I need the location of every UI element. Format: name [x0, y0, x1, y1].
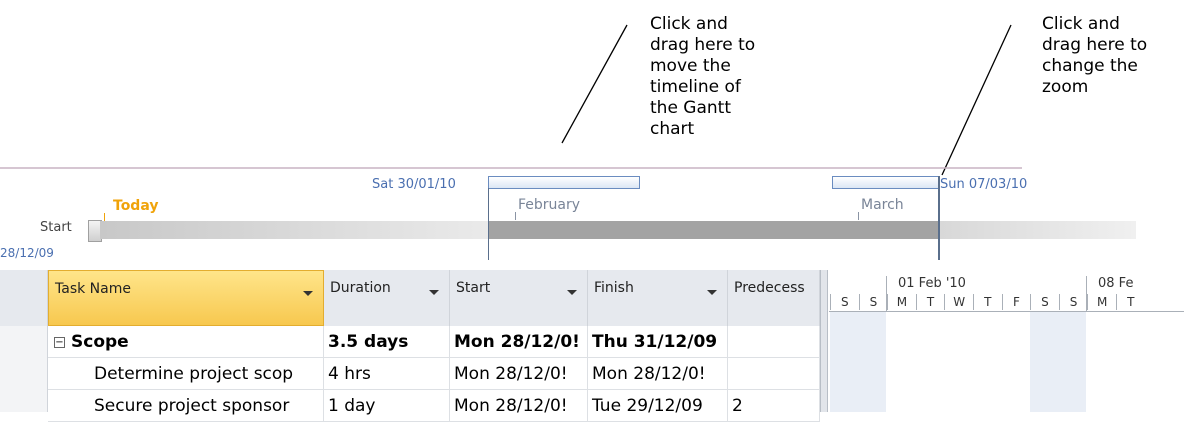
- callout-line: drag here to: [650, 35, 756, 55]
- weekend-shade: [830, 312, 886, 412]
- timeline-pan-handle-left[interactable]: [488, 176, 640, 189]
- chevron-down-icon[interactable]: [429, 290, 439, 295]
- table-row-start[interactable]: Mon 28/12/0!: [450, 358, 588, 390]
- timeline-right-date: Sun 07/03/10: [940, 177, 1028, 192]
- collapse-icon[interactable]: −: [54, 336, 65, 348]
- gantt-day-label: T: [973, 294, 1002, 310]
- row-header-column: [0, 326, 48, 412]
- chevron-down-icon[interactable]: [567, 290, 577, 295]
- timeline-start-date: 28/12/09: [0, 246, 54, 260]
- table-row-duration[interactable]: 3.5 days: [324, 326, 450, 358]
- column-header-finish[interactable]: Finish: [588, 270, 728, 326]
- callout-line: move the: [650, 56, 731, 76]
- callout-line: Click and: [650, 14, 728, 34]
- column-label: Predecess: [734, 280, 805, 296]
- table-row-duration[interactable]: 1 day: [324, 390, 450, 422]
- column-header-duration[interactable]: Duration: [324, 270, 450, 326]
- timeline-bar-left: [100, 221, 488, 239]
- month-label-march: March: [861, 197, 904, 213]
- timeline-bar-right: [940, 221, 1136, 239]
- timeline-left-date: Sat 30/01/10: [372, 177, 456, 192]
- month-tick: [515, 212, 516, 220]
- change-zoom-callout: Click and drag here to change the zoom: [1042, 14, 1147, 98]
- gantt-day-label: T: [1116, 294, 1145, 310]
- gantt-week-label: 01 Feb '10: [898, 276, 966, 291]
- table-row-finish[interactable]: Mon 28/12/0!: [588, 358, 728, 390]
- column-header-task-name[interactable]: Task Name: [48, 270, 324, 326]
- column-header-predecessors[interactable]: Predecess: [728, 270, 820, 326]
- table-row-name[interactable]: − Scope: [48, 326, 324, 358]
- split-bar[interactable]: [820, 270, 828, 412]
- chevron-down-icon[interactable]: [707, 290, 717, 295]
- table-row-start[interactable]: Mon 28/12/0!: [450, 390, 588, 422]
- timeline-zoom-handle[interactable]: [938, 176, 940, 260]
- table-row-finish[interactable]: Tue 29/12/09: [588, 390, 728, 422]
- table-row-name[interactable]: Determine project scop: [48, 358, 324, 390]
- today-label: Today: [113, 198, 159, 214]
- month-label-february: February: [518, 197, 581, 213]
- callout-line: chart: [650, 119, 695, 139]
- month-tick: [858, 212, 859, 220]
- timeline-start-label: Start: [40, 220, 72, 235]
- row-header-corner[interactable]: [0, 270, 48, 326]
- column-label: Finish: [594, 280, 634, 296]
- callout-line: zoom: [1042, 77, 1089, 97]
- gantt-week-label: 08 Fe: [1098, 276, 1134, 291]
- gantt-day-label: T: [915, 294, 945, 310]
- callout-line: the Gantt: [650, 98, 731, 118]
- callout-line: drag here to: [1042, 35, 1148, 55]
- gantt-day-label: S: [1030, 294, 1059, 310]
- weekend-shade: [1030, 312, 1086, 412]
- gantt-day-label: M: [887, 294, 916, 310]
- column-header-start[interactable]: Start: [450, 270, 588, 326]
- column-label: Start: [456, 280, 491, 296]
- gantt-day-label: S: [830, 294, 859, 310]
- timeline-bar-visible-range[interactable]: [489, 221, 938, 239]
- callout-line: change the: [1042, 56, 1138, 76]
- column-label: Duration: [330, 280, 391, 296]
- gantt-day-label: S: [1058, 294, 1088, 310]
- table-row-predecessors[interactable]: 2: [728, 390, 820, 422]
- move-timeline-callout: Click and drag here to move the timeline…: [650, 14, 755, 140]
- gantt-day-label: W: [944, 294, 973, 310]
- chevron-down-icon[interactable]: [303, 291, 313, 296]
- column-label: Task Name: [55, 281, 131, 297]
- table-row-predecessors[interactable]: [728, 326, 820, 358]
- table-row-name[interactable]: Secure project sponsor: [48, 390, 324, 422]
- gantt-day-label: M: [1087, 294, 1116, 310]
- timeline-pan-handle-right[interactable]: [832, 176, 940, 189]
- table-row-start[interactable]: Mon 28/12/0!: [450, 326, 588, 358]
- callout-line: Click and: [1042, 14, 1120, 34]
- gantt-day-label: S: [858, 294, 888, 310]
- gantt-day-label: F: [1001, 294, 1031, 310]
- table-row-finish[interactable]: Thu 31/12/09: [588, 326, 728, 358]
- table-row-predecessors[interactable]: [728, 358, 820, 390]
- task-name: Scope: [71, 332, 129, 352]
- callout-line: timeline of: [650, 77, 741, 97]
- table-row-duration[interactable]: 4 hrs: [324, 358, 450, 390]
